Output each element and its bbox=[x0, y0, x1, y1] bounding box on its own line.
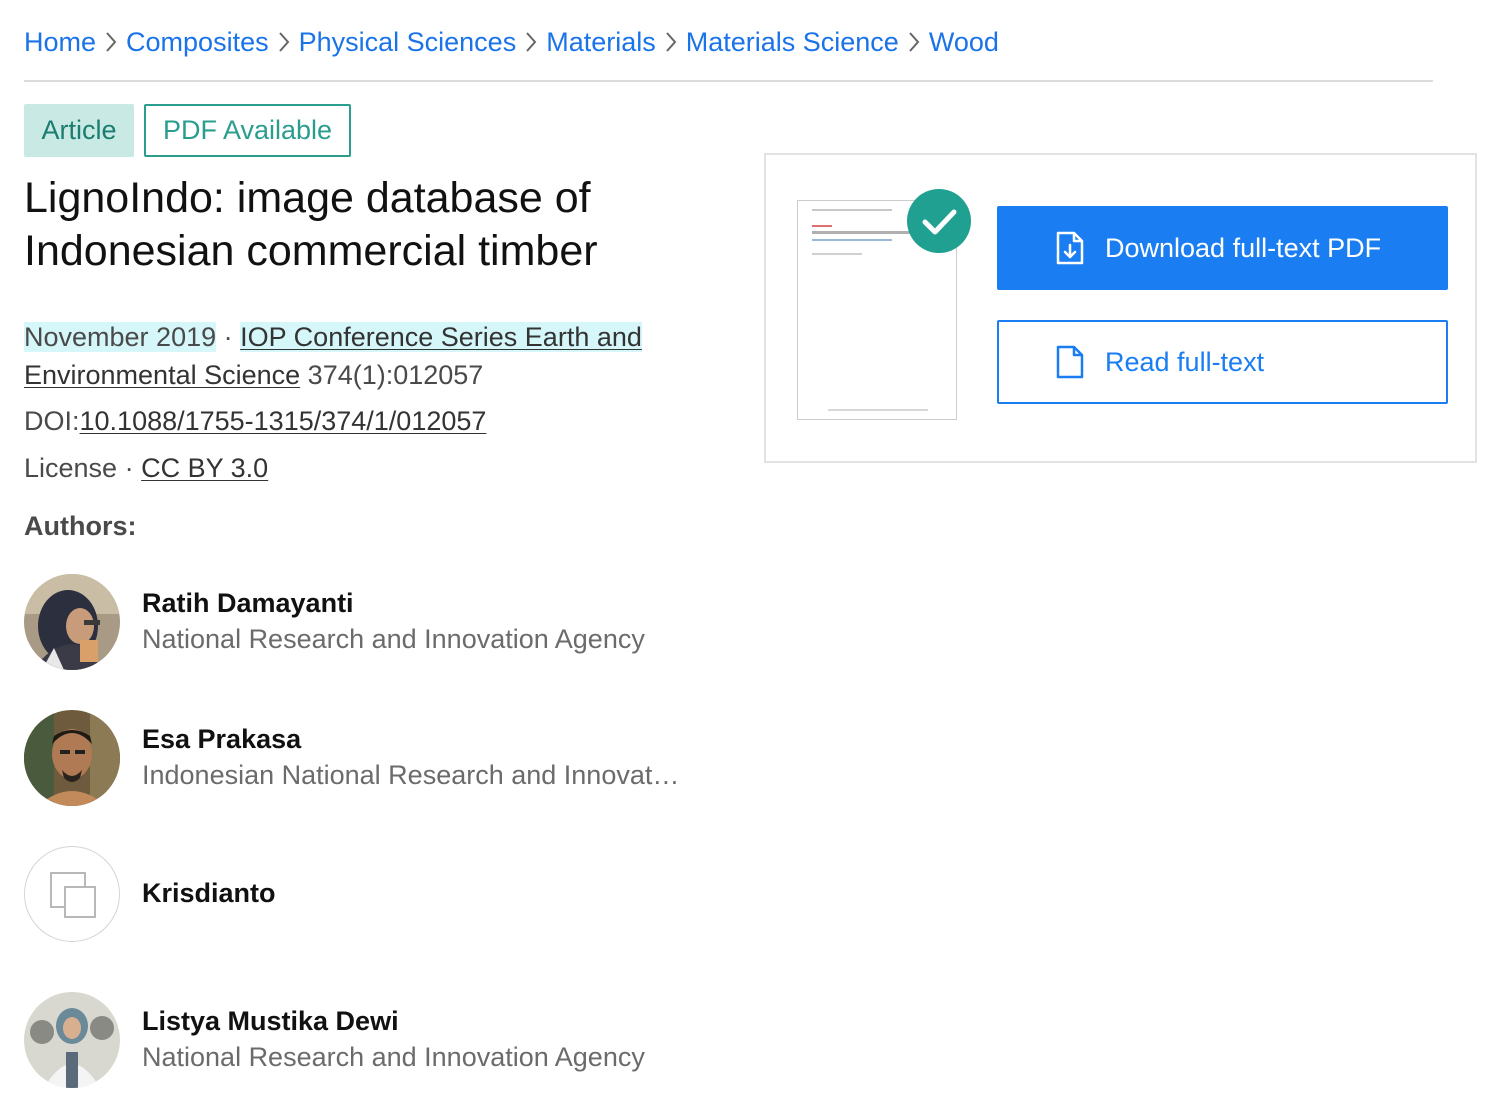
doi-link[interactable]: 10.1088/1755-1315/374/1/012057 bbox=[80, 406, 487, 436]
author-affiliation: Indonesian National Research and Innovat… bbox=[142, 760, 682, 790]
chevron-right-icon bbox=[656, 22, 686, 62]
author-affiliation: National Research and Innovation Agency bbox=[142, 624, 645, 654]
author-affiliation: National Research and Innovation Agency bbox=[142, 1042, 645, 1072]
avatar[interactable] bbox=[24, 574, 120, 670]
breadcrumb-wood[interactable]: Wood bbox=[929, 22, 999, 62]
breadcrumb: Home Composites Physical Sciences Materi… bbox=[24, 22, 999, 62]
publication-date: November 2019 bbox=[24, 322, 217, 352]
author-item[interactable]: Esa Prakasa Indonesian National Research… bbox=[24, 710, 724, 808]
journal-volume: 374(1):012057 bbox=[307, 360, 484, 390]
journal-link[interactable]: IOP Conference Series Earth and bbox=[240, 322, 642, 352]
chevron-right-icon bbox=[269, 22, 299, 62]
page-title: LignoIndo: image database of Indonesian … bbox=[24, 174, 598, 275]
avatar[interactable] bbox=[24, 710, 120, 806]
meta-separator: · bbox=[124, 453, 134, 483]
meta-separator: · bbox=[223, 322, 233, 352]
publication-badges: Article PDF Available bbox=[24, 104, 351, 157]
avatar-placeholder-icon[interactable] bbox=[24, 846, 120, 942]
chevron-right-icon bbox=[96, 22, 126, 62]
doi-row: DOI:10.1088/1755-1315/374/1/012057 bbox=[24, 403, 744, 439]
chevron-right-icon bbox=[516, 22, 546, 62]
authors-heading: Authors: bbox=[24, 511, 137, 541]
file-icon bbox=[1056, 345, 1084, 379]
author-item[interactable]: Ratih Damayanti National Research and In… bbox=[24, 574, 724, 672]
breadcrumb-physical-sciences[interactable]: Physical Sciences bbox=[299, 22, 517, 62]
breadcrumb-home[interactable]: Home bbox=[24, 22, 96, 62]
author-name[interactable]: Listya Mustika Dewi bbox=[142, 1004, 399, 1038]
download-pdf-label: Download full-text PDF bbox=[1105, 233, 1382, 263]
breadcrumb-divider bbox=[24, 80, 1433, 82]
file-download-icon bbox=[1056, 231, 1084, 265]
journal-link-continued[interactable]: Environmental Science bbox=[24, 360, 300, 390]
breadcrumb-materials-science[interactable]: Materials Science bbox=[686, 22, 899, 62]
license-label: License bbox=[24, 453, 118, 483]
avatar[interactable] bbox=[24, 992, 120, 1088]
author-item[interactable]: Listya Mustika Dewi National Research an… bbox=[24, 992, 724, 1090]
license-link[interactable]: CC BY 3.0 bbox=[141, 453, 268, 483]
author-item[interactable]: Krisdianto bbox=[24, 846, 724, 944]
doi-label: DOI: bbox=[24, 406, 80, 436]
breadcrumb-materials[interactable]: Materials bbox=[546, 22, 656, 62]
publication-meta: November 2019 · IOP Conference Series Ea… bbox=[24, 318, 744, 394]
fulltext-card: Download full-text PDF Read full-text bbox=[764, 153, 1477, 463]
author-name[interactable]: Ratih Damayanti bbox=[142, 586, 354, 620]
author-name[interactable]: Esa Prakasa bbox=[142, 722, 301, 756]
author-name[interactable]: Krisdianto bbox=[142, 876, 276, 910]
check-icon bbox=[907, 189, 971, 253]
pdf-available-badge: PDF Available bbox=[144, 104, 351, 157]
read-fulltext-button[interactable]: Read full-text bbox=[997, 320, 1448, 404]
license-row: License · CC BY 3.0 bbox=[24, 450, 744, 486]
breadcrumb-composites[interactable]: Composites bbox=[126, 22, 269, 62]
download-pdf-button[interactable]: Download full-text PDF bbox=[997, 206, 1448, 290]
chevron-right-icon bbox=[899, 22, 929, 62]
article-type-badge: Article bbox=[24, 104, 134, 157]
read-fulltext-label: Read full-text bbox=[1105, 347, 1265, 377]
